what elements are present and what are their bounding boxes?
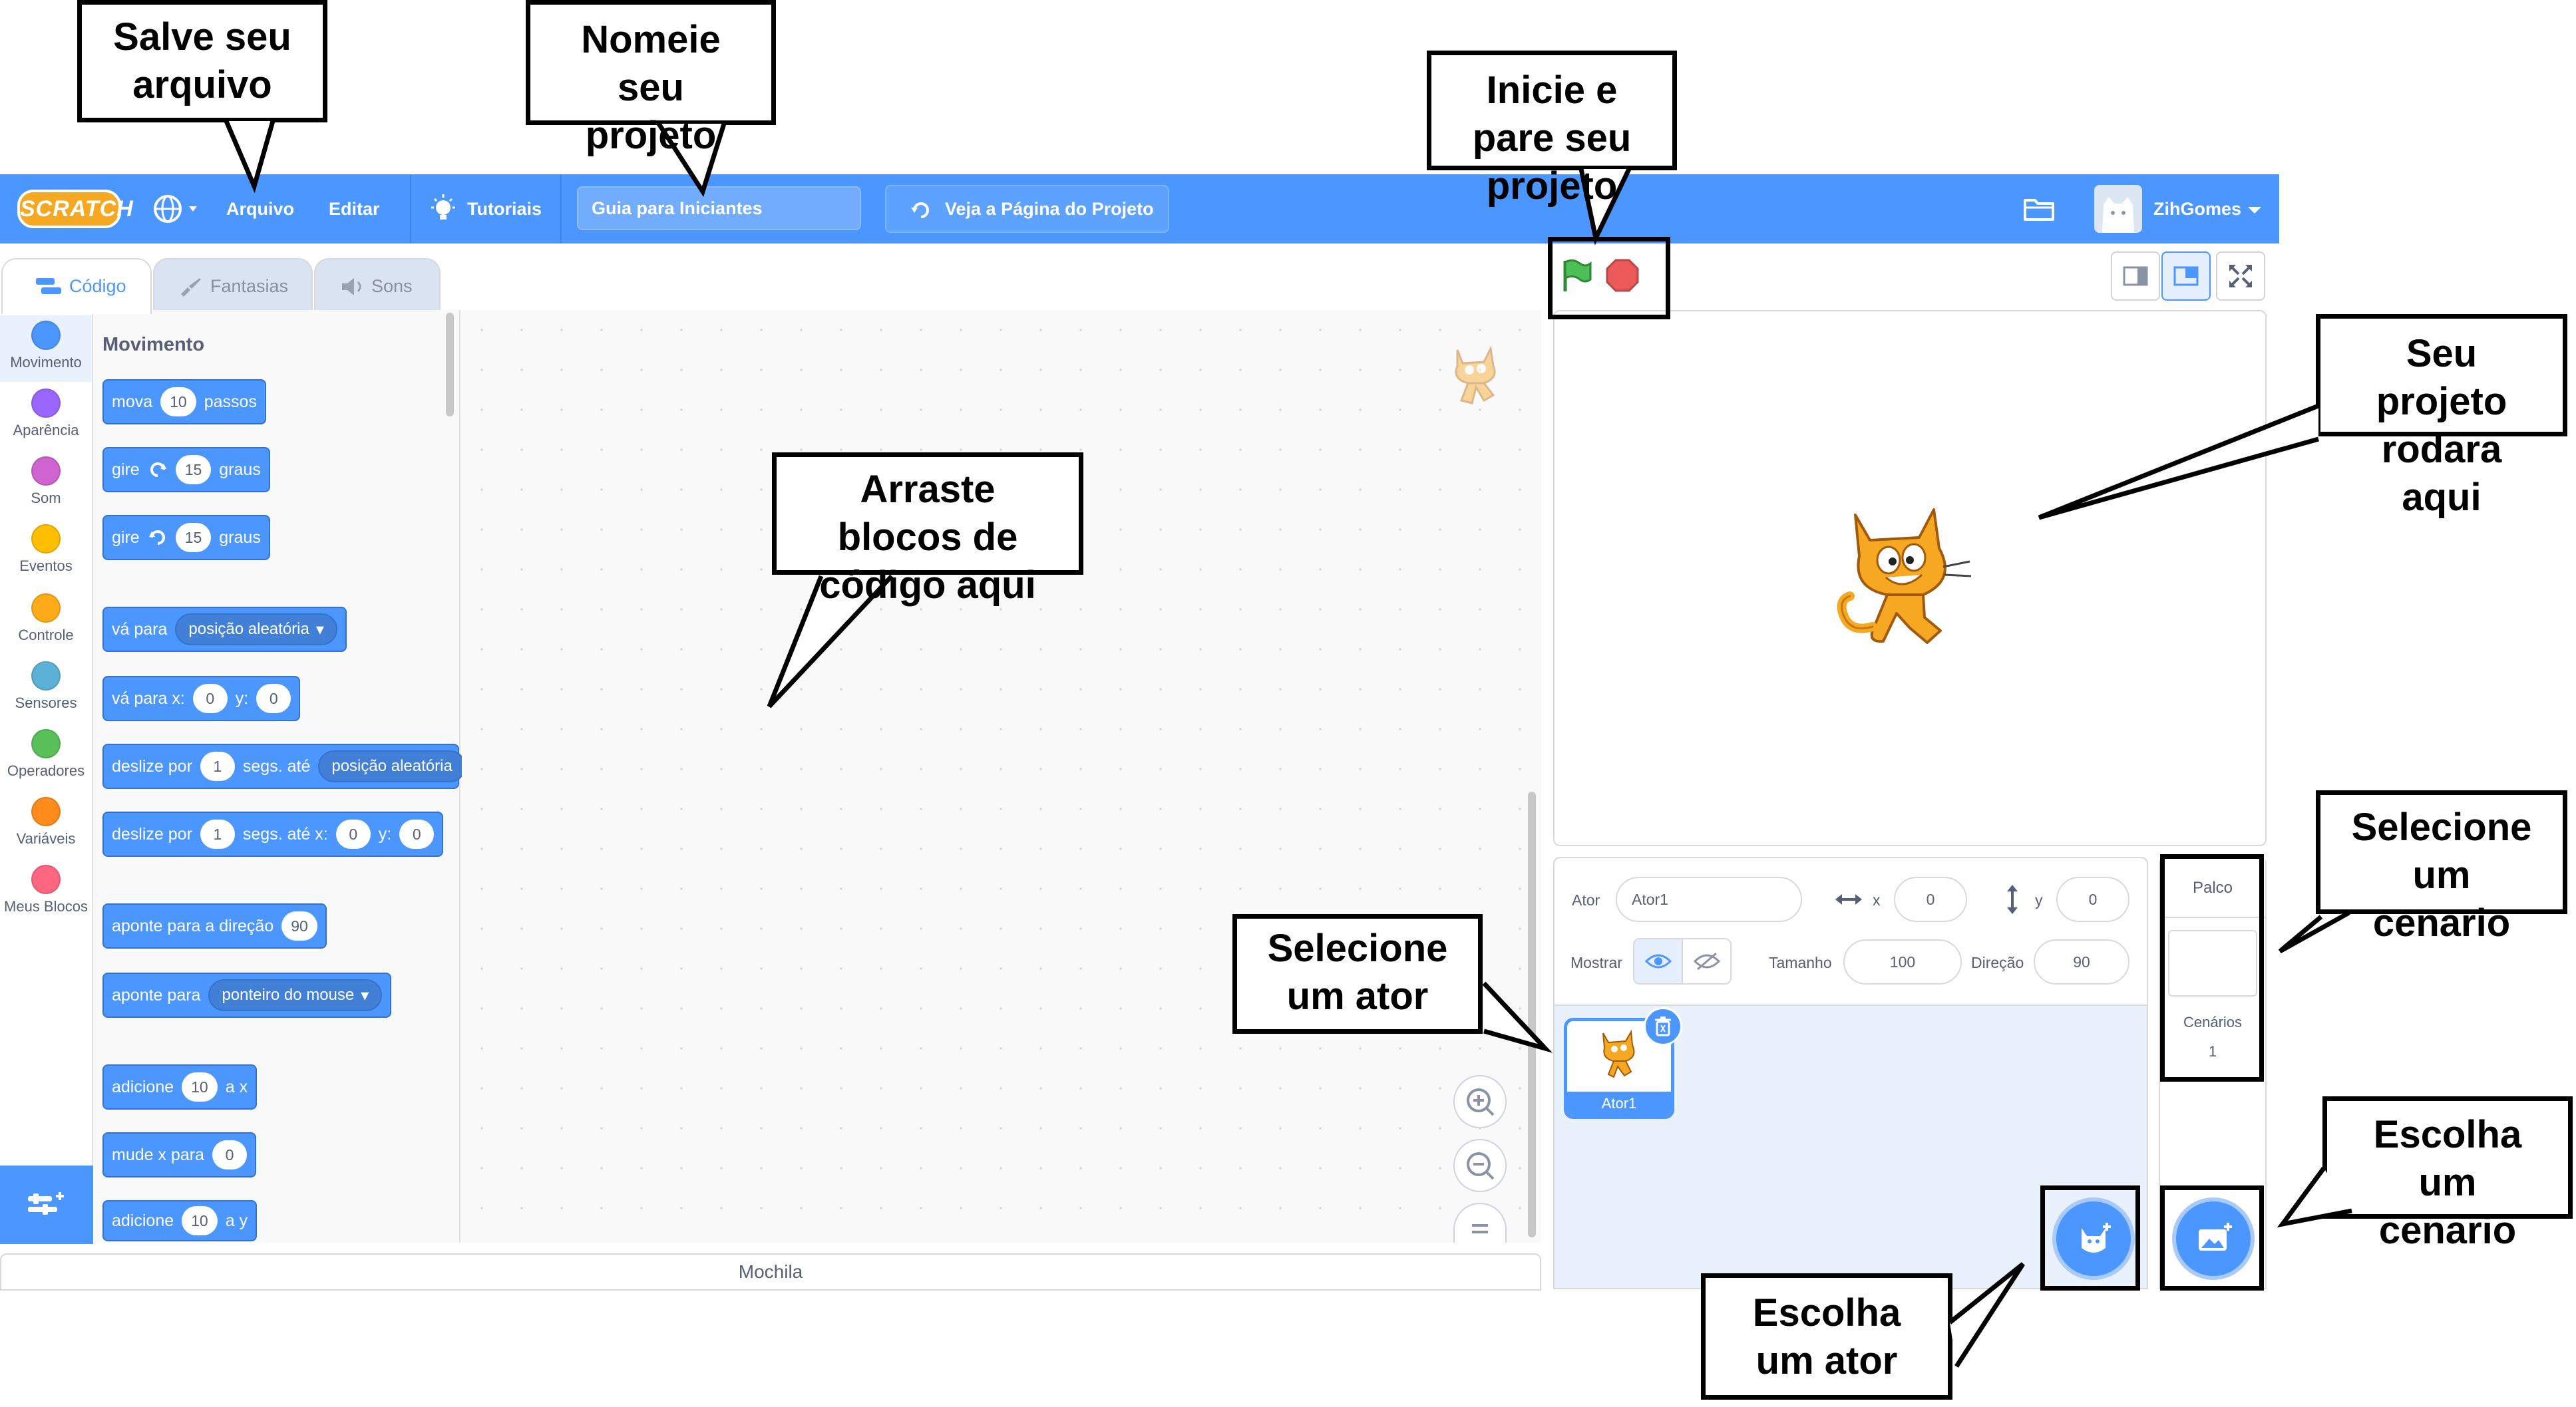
callout-runs-here-text: Seu projeto rodara aqui: [2376, 332, 2507, 519]
callout-select-backdrop-text: Selecione um cenario: [2351, 806, 2532, 945]
callout-start-stop-text: Inicie e pare seu projeto: [1472, 69, 1632, 208]
callout-drag-blocks-text: Arraste blocos de código aqui: [819, 468, 1036, 607]
callout-pointers: [224, 120, 2352, 1368]
callout-choose-backdrop-text: Escolha um cenario: [2373, 1113, 2522, 1252]
callout-name-project-text: Nomeie seu projeto: [581, 18, 721, 157]
callout-select-sprite-text: Selecione um ator: [1267, 927, 1448, 1018]
callout-save-file-text: Salve seu arquivo: [113, 15, 291, 106]
callout-choose-sprite-text: Escolha um ator: [1752, 1291, 1901, 1382]
